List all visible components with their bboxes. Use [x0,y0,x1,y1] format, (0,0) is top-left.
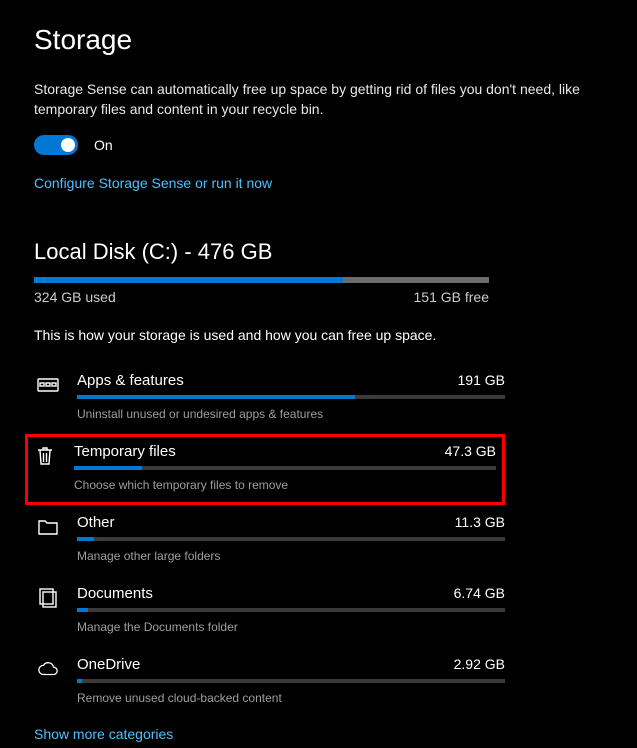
disk-used-segment [34,277,343,283]
category-bar [74,466,496,470]
category-bar-fill [77,608,88,612]
trash-icon [34,445,56,467]
category-item-temporary-files[interactable]: Temporary files 47.3 GB Choose which tem… [25,434,505,505]
disk-usage-labels: 324 GB used 151 GB free [34,289,489,305]
category-name: Documents [77,585,153,602]
category-content: Temporary files 47.3 GB Choose which tem… [74,443,496,492]
folder-icon [37,516,59,538]
configure-storage-sense-link[interactable]: Configure Storage Sense or run it now [34,175,272,191]
category-name: Other [77,514,115,531]
category-size: 11.3 GB [455,514,505,530]
category-description: Uninstall unused or undesired apps & fea… [77,407,505,421]
show-more-categories-link[interactable]: Show more categories [34,726,173,742]
category-item-apps-features[interactable]: Apps & features 191 GB Uninstall unused … [28,363,508,434]
category-name: OneDrive [77,656,140,673]
category-size: 2.92 GB [454,656,505,672]
category-description: Manage other large folders [77,549,505,563]
storage-sense-toggle[interactable] [34,135,78,155]
category-description: Remove unused cloud-backed content [77,691,505,705]
category-content: OneDrive 2.92 GB Remove unused cloud-bac… [77,656,505,705]
category-size: 47.3 GB [445,443,496,459]
disk-free-segment [343,277,489,283]
category-item-documents[interactable]: Documents 6.74 GB Manage the Documents f… [28,576,508,647]
toggle-state-label: On [94,137,113,153]
category-bar-fill [77,537,94,541]
usage-info: This is how your storage is used and how… [34,327,603,343]
category-bar-fill [77,679,82,683]
storage-sense-description: Storage Sense can automatically free up … [34,80,603,119]
category-name: Apps & features [77,372,184,389]
category-size: 191 GB [458,372,505,388]
category-bar [77,608,505,612]
cloud-icon [37,658,59,680]
category-content: Other 11.3 GB Manage other large folders [77,514,505,563]
disk-usage-bar [34,277,489,283]
page-title: Storage [34,24,603,56]
category-bar-fill [74,466,142,470]
category-bar [77,395,505,399]
documents-icon [37,587,59,609]
apps-icon [37,374,59,396]
category-item-other[interactable]: Other 11.3 GB Manage other large folders [28,505,508,576]
category-item-onedrive[interactable]: OneDrive 2.92 GB Remove unused cloud-bac… [28,647,508,718]
category-bar-fill [77,395,355,399]
disk-used-label: 324 GB used [34,289,116,305]
category-description: Choose which temporary files to remove [74,478,496,492]
category-content: Documents 6.74 GB Manage the Documents f… [77,585,505,634]
disk-free-label: 151 GB free [414,289,490,305]
toggle-thumb [61,138,75,152]
category-content: Apps & features 191 GB Uninstall unused … [77,372,505,421]
category-size: 6.74 GB [454,585,505,601]
category-name: Temporary files [74,443,176,460]
storage-sense-toggle-row: On [34,135,603,155]
category-bar [77,679,505,683]
disk-title: Local Disk (C:) - 476 GB [34,239,603,265]
category-description: Manage the Documents folder [77,620,505,634]
category-bar [77,537,505,541]
